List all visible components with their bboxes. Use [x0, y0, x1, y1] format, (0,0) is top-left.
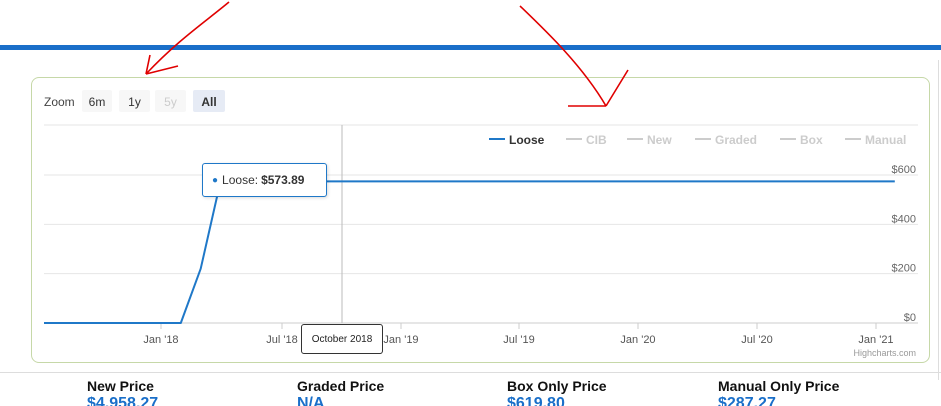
zoom-button-label: 5y	[164, 95, 177, 109]
y-tick-label: $600	[892, 164, 916, 176]
price-value: $619.80	[507, 395, 565, 406]
chart-tooltip: ● Loose: $573.89	[202, 163, 327, 197]
x-tick-label: Jan '19	[383, 334, 418, 346]
price-graded: Graded Price N/A	[297, 378, 497, 406]
x-tick-label: Jul '20	[741, 334, 772, 346]
series-line-loose	[44, 180, 895, 324]
price-summary-row: New Price $4,958.27 Graded Price N/A Box…	[0, 372, 941, 406]
price-title: Box Only Price	[507, 378, 607, 394]
price-history-chart: $0 $200 $400 $600 Jan '18 Jul '18 Jan '19 Jul '…	[44, 90, 918, 358]
x-tick-label: Jan '20	[620, 334, 655, 346]
legend-item-cib[interactable]: CIB	[586, 133, 607, 147]
price-box-only: Box Only Price $619.80	[507, 378, 707, 406]
x-tick-label: Jul '18	[266, 334, 297, 346]
price-value: $4,958.27	[87, 395, 159, 406]
legend-item-manual[interactable]: Manual	[865, 133, 906, 147]
x-tick-label: Jan '18	[143, 334, 178, 346]
price-value: N/A	[297, 395, 325, 406]
price-title: Manual Only Price	[718, 378, 840, 394]
price-manual-only: Manual Only Price $287.27	[718, 378, 918, 406]
price-new: New Price $4,958.27	[87, 378, 287, 406]
legend-item-graded[interactable]: Graded	[715, 133, 757, 147]
tooltip-value: $573.89	[261, 173, 305, 187]
zoom-button-label[interactable]: 6m	[89, 95, 106, 109]
x-tick-label: Jul '19	[503, 334, 534, 346]
series-dot-icon: ●	[212, 174, 219, 186]
zoom-button-label[interactable]: 1y	[128, 95, 141, 109]
y-tick-label: $400	[892, 213, 916, 225]
crosshair-date-label: October 2018	[301, 324, 383, 354]
price-value: $287.27	[718, 395, 776, 406]
price-title: Graded Price	[297, 378, 385, 394]
x-tick-label: Jan '21	[858, 334, 893, 346]
tooltip-series: Loose:	[222, 173, 259, 187]
legend-item-loose[interactable]: Loose	[509, 133, 545, 147]
legend-item-new[interactable]: New	[647, 133, 672, 147]
zoom-button-label[interactable]: All	[201, 95, 216, 109]
highcharts-credits[interactable]: Highcharts.com	[853, 348, 916, 358]
legend-item-box[interactable]: Box	[800, 133, 823, 147]
y-tick-label: $0	[904, 312, 916, 324]
y-tick-label: $200	[892, 263, 916, 275]
price-title: New Price	[87, 378, 154, 394]
zoom-label: Zoom	[44, 95, 75, 109]
